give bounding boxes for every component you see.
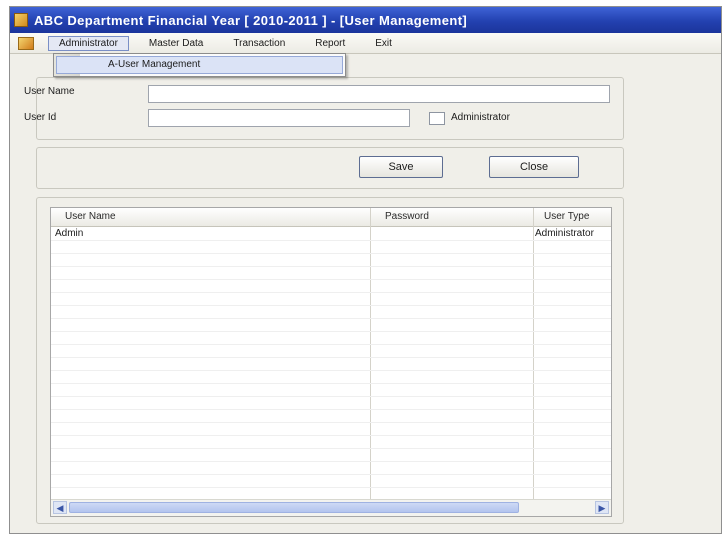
menu-report[interactable]: Report	[305, 36, 355, 51]
grid-header: User Name Password User Type	[51, 208, 611, 227]
grid-row-line	[51, 422, 611, 423]
grid-row-line	[51, 292, 611, 293]
grid-row-line	[51, 318, 611, 319]
administrator-checkbox-label: Administrator	[451, 112, 510, 123]
mdi-child-icon[interactable]	[18, 36, 34, 50]
menu-master-data[interactable]: Master Data	[139, 36, 213, 51]
grid-row-line	[51, 448, 611, 449]
grid-row-line	[51, 461, 611, 462]
column-divider	[533, 208, 534, 516]
cell-user-name: Admin	[55, 228, 84, 239]
grid-row-line	[51, 240, 611, 241]
menu-item-user-management-label: A-User Management	[108, 59, 201, 70]
menu-transaction[interactable]: Transaction	[223, 36, 295, 51]
chevron-right-icon[interactable]: ▶	[595, 501, 609, 514]
grid-row-line	[51, 331, 611, 332]
username-label: User Name	[24, 86, 75, 97]
users-grid[interactable]: User Name Password User Type Admin Admin…	[50, 207, 612, 517]
menu-bar: Administrator Master Data Transaction Re…	[10, 33, 721, 54]
grid-row-line	[51, 266, 611, 267]
main-window: ABC Department Financial Year [ 2010-201…	[9, 6, 722, 534]
scrollbar-thumb[interactable]	[69, 502, 519, 513]
column-header-user-type[interactable]: User Type	[544, 211, 589, 222]
administrator-dropdown-menu: A-User Management	[53, 53, 346, 77]
menu-exit[interactable]: Exit	[365, 36, 402, 51]
grid-row-line	[51, 396, 611, 397]
horizontal-scrollbar[interactable]: ◀ ▶	[51, 499, 611, 516]
grid-row-line	[51, 370, 611, 371]
title-bar: ABC Department Financial Year [ 2010-201…	[10, 7, 721, 33]
menu-administrator[interactable]: Administrator	[48, 35, 129, 51]
column-divider	[370, 208, 371, 516]
column-header-user-name[interactable]: User Name	[65, 211, 116, 222]
grid-row-line	[51, 383, 611, 384]
app-icon	[14, 13, 28, 27]
grid-row-line	[51, 279, 611, 280]
chevron-left-icon[interactable]: ◀	[53, 501, 67, 514]
close-button[interactable]: Close	[489, 156, 579, 178]
grid-row-line	[51, 357, 611, 358]
grid-row-line	[51, 487, 611, 488]
grid-row-line	[51, 305, 611, 306]
save-button[interactable]: Save	[359, 156, 443, 178]
column-header-password[interactable]: Password	[385, 211, 429, 222]
grid-row-line	[51, 474, 611, 475]
username-input[interactable]	[148, 85, 610, 103]
grid-row-line	[51, 344, 611, 345]
grid-row-line	[51, 253, 611, 254]
window-title: ABC Department Financial Year [ 2010-201…	[34, 12, 468, 28]
cell-user-type: Administrator	[535, 228, 594, 239]
grid-row-line	[51, 435, 611, 436]
userid-input[interactable]	[148, 109, 410, 127]
administrator-checkbox[interactable]	[429, 112, 445, 125]
userid-label: User Id	[24, 112, 57, 123]
grid-row-line	[51, 409, 611, 410]
